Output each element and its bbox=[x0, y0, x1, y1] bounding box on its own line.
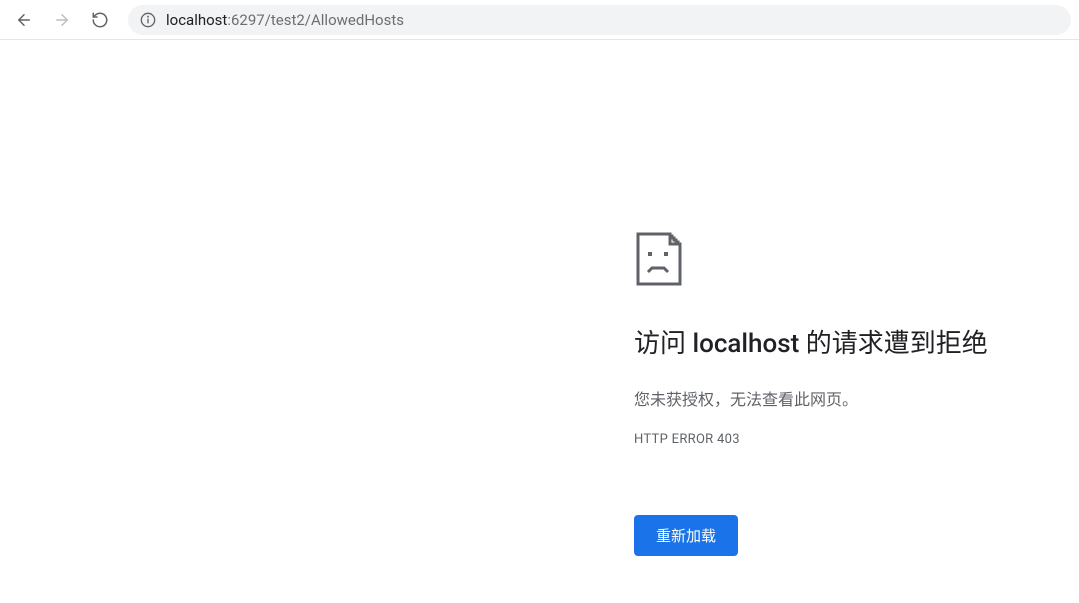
arrow-left-icon bbox=[15, 11, 33, 29]
forward-button[interactable] bbox=[46, 4, 78, 36]
error-title-suffix: 的请求遭到拒绝 bbox=[799, 329, 987, 359]
arrow-right-icon bbox=[53, 11, 71, 29]
site-info-icon[interactable] bbox=[140, 12, 156, 28]
back-button[interactable] bbox=[8, 4, 40, 36]
error-subtitle: 您未获授权，无法查看此网页。 bbox=[634, 386, 1079, 410]
error-page-content: 访问 localhost 的请求遭到拒绝 您未获授权，无法查看此网页。 HTTP… bbox=[0, 40, 1079, 556]
error-title-host: localhost bbox=[692, 329, 799, 359]
error-code: HTTP ERROR 403 bbox=[634, 432, 1079, 447]
reload-button[interactable]: 重新加载 bbox=[634, 515, 738, 556]
error-title: 访问 localhost 的请求遭到拒绝 bbox=[634, 328, 1079, 362]
sad-document-icon bbox=[634, 230, 1079, 292]
reload-icon bbox=[91, 11, 109, 29]
reload-nav-button[interactable] bbox=[84, 4, 116, 36]
browser-toolbar: localhost:6297/test2/AllowedHosts bbox=[0, 0, 1079, 40]
url-text: localhost:6297/test2/AllowedHosts bbox=[166, 11, 404, 29]
url-host: localhost bbox=[166, 11, 227, 29]
error-title-prefix: 访问 bbox=[634, 329, 692, 359]
address-bar[interactable]: localhost:6297/test2/AllowedHosts bbox=[128, 5, 1071, 35]
url-path: :6297/test2/AllowedHosts bbox=[227, 11, 404, 29]
